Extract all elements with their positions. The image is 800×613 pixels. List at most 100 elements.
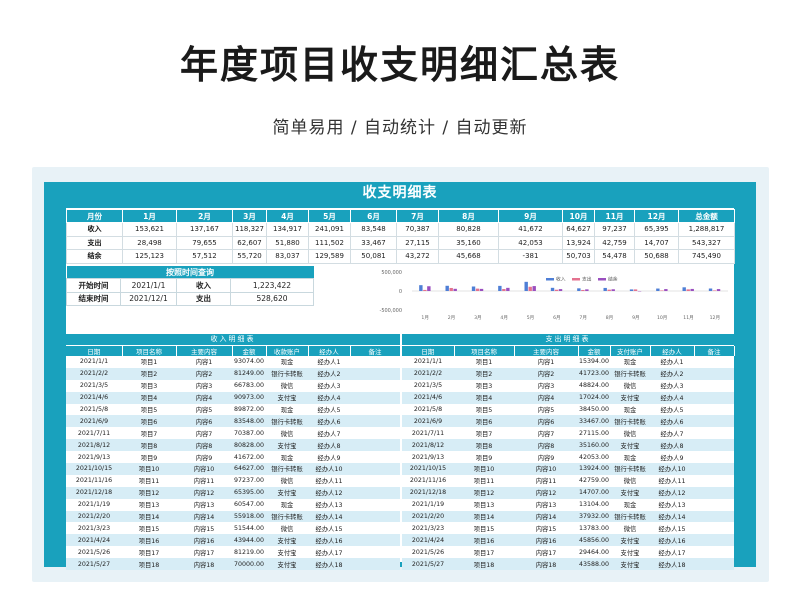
start-time-value[interactable]: 2021/1/1 bbox=[120, 278, 177, 293]
chart-bar-结余 bbox=[664, 289, 668, 291]
income-total-value: 1,223,422 bbox=[230, 278, 314, 293]
summary-cell: 14,707 bbox=[634, 235, 679, 250]
expense-cell: 37932.00 bbox=[578, 510, 610, 523]
legend-swatch bbox=[598, 278, 606, 281]
expense-cell: 内容6 bbox=[514, 415, 578, 428]
expense-cell: 银行卡转账 bbox=[610, 463, 650, 475]
legend-swatch bbox=[572, 278, 580, 281]
expense-column-header: 主要内容 bbox=[514, 346, 579, 356]
income-column-header: 经办人 bbox=[308, 346, 351, 356]
expense-cell: 2021/5/26 bbox=[402, 546, 454, 559]
summary-row-label: 结余 bbox=[66, 249, 123, 264]
income-cell: 内容5 bbox=[176, 403, 232, 416]
expense-cell: 经办人12 bbox=[650, 486, 694, 499]
income-cell: 51544.00 bbox=[232, 522, 266, 535]
expense-cell: 内容11 bbox=[514, 474, 578, 487]
income-cell: 2021/4/24 bbox=[66, 534, 122, 547]
expense-cell: 35160.00 bbox=[578, 439, 610, 452]
income-cell: 项目4 bbox=[122, 391, 176, 404]
income-cell: 现金 bbox=[266, 451, 308, 464]
income-cell bbox=[350, 558, 400, 571]
income-cell: 83548.00 bbox=[232, 415, 266, 428]
income-row: 2021/8/12 项目8 内容8 80828.00 支付宝 经办人8 bbox=[66, 439, 400, 452]
expense-cell: 项目6 bbox=[454, 415, 514, 428]
summary-header-cell: 7月 bbox=[396, 209, 439, 223]
income-cell: 2021/5/26 bbox=[66, 546, 122, 559]
summary-cell: 27,115 bbox=[396, 235, 439, 250]
x-tick-label: 10月 bbox=[657, 315, 667, 321]
expense-cell: 项目3 bbox=[454, 379, 514, 392]
income-cell bbox=[350, 356, 400, 368]
expense-cell: 微信 bbox=[610, 379, 650, 392]
expense-cell: 内容14 bbox=[514, 510, 578, 523]
x-tick-label: 8月 bbox=[606, 315, 614, 321]
expense-row: 2021/9/13 项目9 内容9 42053.00 现金 经办人9 bbox=[402, 451, 734, 464]
expense-row: 2021/11/16 项目11 内容11 42759.00 微信 经办人11 bbox=[402, 474, 734, 487]
legend-label: 结余 bbox=[608, 276, 618, 283]
expense-cell: 29464.00 bbox=[578, 546, 610, 559]
expense-cell: 经办人14 bbox=[650, 510, 694, 523]
income-cell: 支付宝 bbox=[266, 534, 308, 547]
x-tick-label: 12月 bbox=[710, 315, 720, 321]
expense-total-value: 528,620 bbox=[230, 291, 314, 306]
income-header-row: 日期 项目名称 主要内容 金额 收款账户 经办人 备注 bbox=[66, 346, 401, 356]
income-column-header: 金额 bbox=[232, 346, 267, 356]
summary-header-cell: 2月 bbox=[176, 209, 233, 223]
income-cell: 内容16 bbox=[176, 534, 232, 547]
expense-cell: 内容18 bbox=[514, 558, 578, 571]
y-tick-label: 500,000 bbox=[381, 270, 402, 276]
expense-cell: 经办人5 bbox=[650, 403, 694, 416]
summary-cell: -381 bbox=[498, 249, 563, 264]
income-row: 2021/11/16 项目11 内容11 97237.00 微信 经办人11 bbox=[66, 474, 400, 487]
expense-cell: 经办人18 bbox=[650, 558, 694, 571]
summary-cell: 62,607 bbox=[232, 235, 267, 250]
summary-header-cell: 8月 bbox=[438, 209, 499, 223]
expense-row: 2021/12/18 项目12 内容12 14707.00 支付宝 经办人12 bbox=[402, 486, 734, 499]
expense-row: 2021/8/12 项目8 内容8 35160.00 支付宝 经办人8 bbox=[402, 439, 734, 452]
income-row: 2021/7/11 项目7 内容7 70387.00 微信 经办人7 bbox=[66, 427, 400, 440]
expense-cell: 内容2 bbox=[514, 367, 578, 380]
summary-cell: 111,502 bbox=[308, 235, 351, 250]
expense-cell: 内容8 bbox=[514, 439, 578, 452]
income-cell: 2021/3/5 bbox=[66, 379, 122, 392]
income-cell: 80828.00 bbox=[232, 439, 266, 452]
income-cell: 2021/5/27 bbox=[66, 558, 122, 571]
expense-cell bbox=[694, 474, 734, 487]
expense-row: 2021/5/8 项目5 内容5 38450.00 现金 经办人5 bbox=[402, 403, 734, 416]
chart-bar-收入 bbox=[471, 286, 476, 291]
income-cell: 2021/1/1 bbox=[66, 356, 122, 368]
income-cell: 项目1 bbox=[122, 356, 176, 368]
income-cell: 项目9 bbox=[122, 451, 176, 464]
expense-cell: 项目16 bbox=[454, 534, 514, 547]
chart-bar-支出 bbox=[449, 287, 453, 291]
summary-cell: 543,327 bbox=[678, 235, 735, 250]
expense-cell: 经办人6 bbox=[650, 415, 694, 428]
expense-cell bbox=[694, 463, 734, 475]
income-cell: 经办人16 bbox=[308, 534, 350, 547]
expense-cell: 经办人17 bbox=[650, 546, 694, 559]
income-cell: 支付宝 bbox=[266, 558, 308, 571]
income-cell: 2021/1/19 bbox=[66, 498, 122, 511]
expense-cell: 2021/11/16 bbox=[402, 474, 454, 487]
expense-cell: 项目8 bbox=[454, 439, 514, 452]
expense-cell: 2021/8/12 bbox=[402, 439, 454, 452]
x-tick-label: 2月 bbox=[448, 315, 456, 321]
income-cell: 内容4 bbox=[176, 391, 232, 404]
summary-header-cell: 12月 bbox=[634, 209, 679, 223]
income-cell bbox=[350, 546, 400, 559]
income-cell: 内容1 bbox=[176, 356, 232, 368]
sheet-body: 月份 1月 2月 3月 4月 5月 6月 7月 8月 9月 10月 11月 12月 总金额 收入 153,6… bbox=[66, 208, 735, 571]
sheet-title: 收支明细表 bbox=[362, 185, 438, 201]
income-cell: 经办人10 bbox=[308, 463, 350, 475]
income-cell: 支付宝 bbox=[266, 439, 308, 452]
end-time-value[interactable]: 2021/12/1 bbox=[120, 291, 177, 306]
summary-cell: 153,621 bbox=[122, 222, 177, 237]
expense-cell: 经办人1 bbox=[650, 356, 694, 368]
income-cell: 项目3 bbox=[122, 379, 176, 392]
expense-cell: 13104.00 bbox=[578, 498, 610, 511]
income-row: 2021/10/15 项目10 内容10 64627.00 银行卡转账 经办人10 bbox=[66, 463, 400, 475]
income-row: 2021/1/1 项目1 内容1 93074.00 现金 经办人1 bbox=[66, 356, 400, 368]
expense-cell: 内容10 bbox=[514, 463, 578, 475]
chart-bar-支出 bbox=[686, 289, 690, 291]
summary-cell: 50,688 bbox=[634, 249, 679, 264]
